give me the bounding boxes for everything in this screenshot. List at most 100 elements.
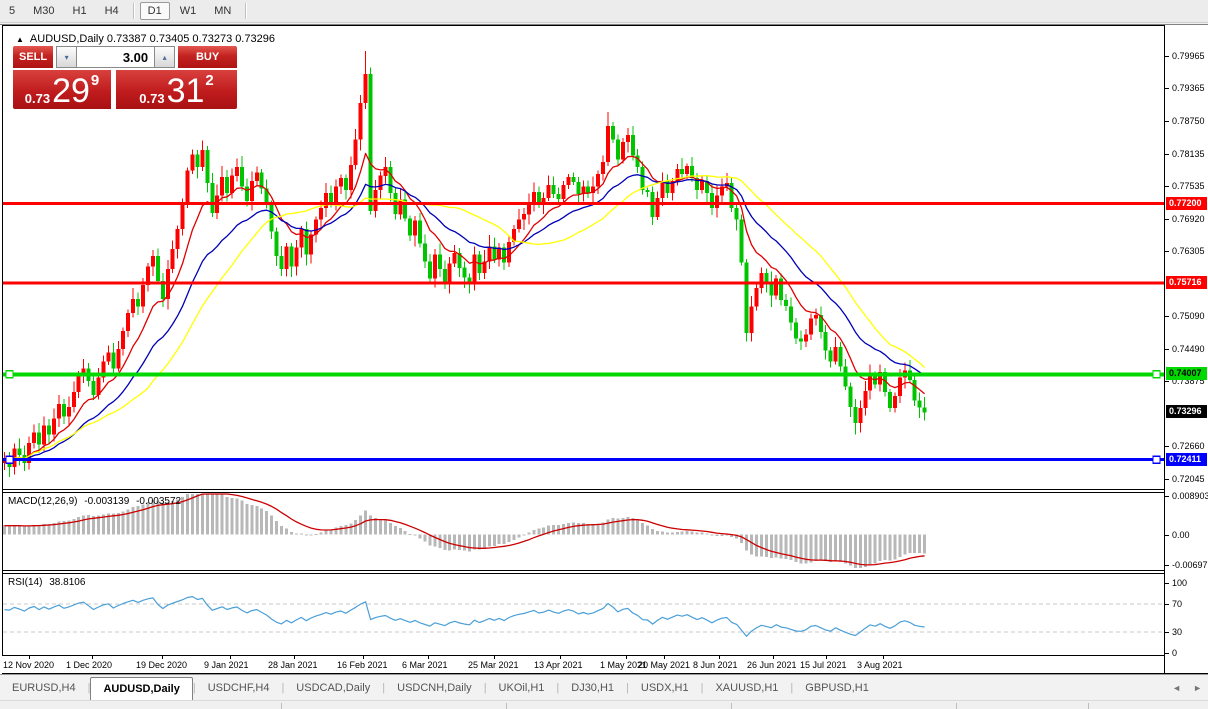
status-bar-divider: [506, 703, 507, 709]
timeframe-button-d1[interactable]: D1: [139, 2, 170, 20]
hline-price-badge: 0.77200: [1166, 197, 1207, 210]
volume-decrease-button[interactable]: ▾: [56, 46, 78, 68]
timeframe-button-mn[interactable]: MN: [206, 2, 239, 20]
macd-title: MACD(12,26,9): [8, 496, 78, 507]
date-tick: [494, 656, 495, 659]
date-axis[interactable]: 12 Nov 2020 1 Dec 2020 19 Dec 2020 9 Jan…: [3, 656, 1164, 673]
tab-scroll-right-icon[interactable]: ►: [1193, 683, 1202, 693]
price-tick: [1165, 446, 1169, 447]
date-label: 1 Dec 2020: [66, 660, 113, 670]
price-tick: [1165, 479, 1169, 480]
date-label: 9 Jan 2021: [204, 660, 249, 670]
timeframe-button-h4[interactable]: H4: [97, 2, 127, 20]
tab-usdx-h1[interactable]: USDX,H1: [629, 675, 701, 701]
macd-tick-label: 0.00: [1172, 530, 1190, 540]
price-tick-label: 0.72045: [1172, 474, 1205, 484]
tab-xauusd-h1[interactable]: XAUUSD,H1: [703, 675, 790, 701]
price-tick: [1165, 121, 1169, 122]
buy-price-tile[interactable]: 0.73 31 2: [116, 70, 237, 109]
tab-usdcnh-daily[interactable]: USDCNH,Daily: [385, 675, 484, 701]
date-tick: [883, 656, 884, 659]
rsi-tick: [1165, 583, 1169, 584]
timeframe-button-m30[interactable]: M30: [25, 2, 62, 20]
tab-eurusd-h4[interactable]: EURUSD,H4: [0, 675, 88, 701]
tab-scroll-left-icon[interactable]: ◄: [1172, 683, 1181, 693]
date-label: 19 Dec 2020: [136, 660, 188, 670]
tab-dj30-h1[interactable]: DJ30,H1: [559, 675, 626, 701]
rsi-tick: [1165, 653, 1169, 654]
price-tick-label: 0.76920: [1172, 214, 1205, 224]
date-tick: [560, 656, 561, 659]
date-label: 13 Apr 2021: [534, 660, 583, 670]
chart-window: ▲ AUDUSD,Daily 0.73387 0.73405 0.73273 0.7329…: [0, 24, 1208, 675]
buy-button[interactable]: BUY: [178, 46, 237, 68]
macd-tick-label: 0.008903: [1172, 491, 1208, 501]
price-tick: [1165, 88, 1169, 89]
volume-input[interactable]: [77, 46, 155, 68]
sell-price-prefix: 0.73: [24, 90, 51, 106]
collapse-triangle-icon[interactable]: ▲: [16, 35, 24, 44]
date-tick: [826, 656, 827, 659]
buy-price-point: 2: [205, 72, 214, 89]
chart-left-border: [2, 25, 3, 656]
sell-price-point: 9: [90, 72, 100, 89]
tab-scroll-arrows: ◄ ►: [1172, 675, 1202, 701]
tab-usdchf-h4[interactable]: USDCHF,H4: [196, 675, 282, 701]
price-tick-label: 0.78750: [1172, 116, 1205, 126]
sell-price-pips: 29: [52, 72, 90, 111]
price-tick-label: 0.76305: [1172, 246, 1205, 256]
date-label: 28 Jan 2021: [268, 660, 318, 670]
quote-high: 0.73405: [149, 33, 190, 45]
date-label: 8 Jun 2021: [693, 660, 738, 670]
price-tick: [1165, 219, 1169, 220]
one-click-trading-panel: SELL ▾ ▴ BUY 0.73 29 9 0.73 31 2: [13, 46, 237, 109]
date-tick: [363, 656, 364, 659]
main-macd-separator[interactable]: [2, 489, 1164, 490]
chevron-down-icon: ▾: [64, 52, 69, 62]
status-bar: [0, 700, 1208, 709]
date-tick: [294, 656, 295, 659]
buy-price-prefix: 0.73: [139, 90, 165, 106]
tab-usdcad-daily[interactable]: USDCAD,Daily: [284, 675, 382, 701]
rsi-indicator-pane[interactable]: [3, 574, 1164, 654]
price-tick-label: 0.78135: [1172, 149, 1205, 159]
chart-symbol-label: AUDUSD,Daily: [29, 33, 104, 45]
sell-button[interactable]: SELL: [13, 46, 54, 68]
rsi-tick-label: 100: [1172, 578, 1188, 588]
tab-ukoil-h1[interactable]: UKOil,H1: [487, 675, 557, 701]
chevron-up-icon: ▴: [162, 52, 167, 62]
hline-price-badge: 0.75716: [1166, 276, 1207, 289]
date-label: 3 Aug 2021: [857, 660, 903, 670]
price-tick-label: 0.79965: [1172, 51, 1205, 61]
macd-tick: [1165, 496, 1169, 497]
rsi-tick: [1165, 604, 1169, 605]
price-tick-label: 0.72660: [1172, 441, 1205, 451]
timeframe-toolbar: 5 M30 H1 H4 D1 W1 MN: [0, 0, 1208, 23]
chart-title: ▲ AUDUSD,Daily 0.73387 0.73405 0.73273 0.7329…: [16, 33, 278, 45]
quote-low: 0.73273: [192, 33, 233, 45]
price-axis[interactable]: 0.79965 0.79365 0.78750 0.78135 0.77535 …: [1165, 25, 1208, 674]
tab-gbpusd-h1[interactable]: GBPUSD,H1: [793, 675, 881, 701]
rsi-indicator-label: RSI(14) 38.8106: [8, 577, 89, 588]
macd-signal-value: -0.003572: [136, 496, 182, 507]
rsi-value: 38.8106: [49, 577, 86, 588]
price-tick: [1165, 251, 1169, 252]
timeframe-button-5[interactable]: 5: [1, 2, 23, 20]
status-bar-divider: [731, 703, 732, 709]
rsi-tick: [1165, 632, 1169, 633]
date-tick: [428, 656, 429, 659]
volume-stepper: ▾ ▴: [56, 46, 176, 68]
volume-increase-button[interactable]: ▴: [154, 46, 176, 68]
date-tick: [773, 656, 774, 659]
price-tick: [1165, 349, 1169, 350]
toolbar-separator: [245, 3, 247, 19]
sell-price-tile[interactable]: 0.73 29 9: [13, 70, 111, 109]
tab-audusd-daily[interactable]: AUDUSD,Daily: [90, 677, 193, 701]
date-tick: [162, 656, 163, 659]
date-tick: [92, 656, 93, 659]
price-tick-label: 0.79365: [1172, 83, 1205, 93]
timeframe-button-w1[interactable]: W1: [172, 2, 205, 20]
macd-rsi-separator[interactable]: [2, 570, 1164, 571]
timeframe-button-h1[interactable]: H1: [65, 2, 95, 20]
date-tick: [230, 656, 231, 659]
